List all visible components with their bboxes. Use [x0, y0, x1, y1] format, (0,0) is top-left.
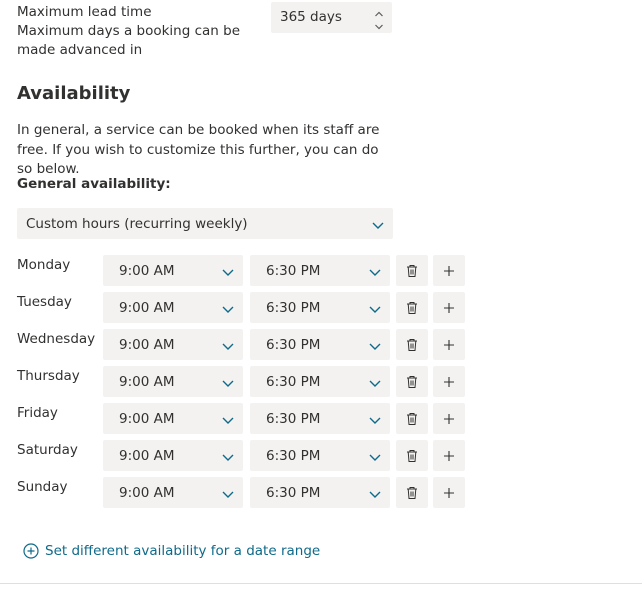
availability-description: In general, a service can be booked when…: [17, 122, 380, 177]
chevron-down-icon: [368, 412, 382, 426]
chevron-down-icon: [368, 486, 382, 500]
saturday-start-time-dropdown[interactable]: 9:00 AM: [103, 440, 243, 471]
start-time-value: 9:00 AM: [119, 299, 175, 316]
date-range-link-text: Set different availability for a date ra…: [45, 543, 321, 559]
tuesday-delete-button[interactable]: [396, 292, 428, 323]
end-time-value: 6:30 PM: [266, 262, 321, 279]
chevron-down-icon: [368, 338, 382, 352]
max-lead-time-value[interactable]: 365 days: [280, 9, 342, 25]
saturday-end-time-dropdown[interactable]: 6:30 PM: [250, 440, 390, 471]
saturday-add-button[interactable]: [433, 440, 465, 471]
thursday-add-button[interactable]: [433, 366, 465, 397]
set-date-range-availability-link[interactable]: Set different availability for a date ra…: [23, 543, 320, 559]
general-availability-value: Custom hours (recurring weekly): [26, 215, 248, 232]
chevron-up-icon[interactable]: [373, 5, 385, 17]
sunday-delete-button[interactable]: [396, 477, 428, 508]
friday-end-time-dropdown[interactable]: 6:30 PM: [250, 403, 390, 434]
wednesday-start-time-dropdown[interactable]: 9:00 AM: [103, 329, 243, 360]
friday-delete-button[interactable]: [396, 403, 428, 434]
chevron-down-icon: [221, 301, 235, 315]
day-label-tuesday: Tuesday: [17, 294, 72, 310]
plus-circle-icon: [23, 543, 39, 559]
sunday-start-time-dropdown[interactable]: 9:00 AM: [103, 477, 243, 508]
chevron-down-icon: [368, 301, 382, 315]
day-label-monday: Monday: [17, 257, 71, 273]
thursday-end-time-dropdown[interactable]: 6:30 PM: [250, 366, 390, 397]
monday-delete-button[interactable]: [396, 255, 428, 286]
chevron-down-icon: [221, 449, 235, 463]
friday-add-button[interactable]: [433, 403, 465, 434]
wednesday-end-time-dropdown[interactable]: 6:30 PM: [250, 329, 390, 360]
tuesday-end-time-dropdown[interactable]: 6:30 PM: [250, 292, 390, 323]
end-time-value: 6:30 PM: [266, 410, 321, 427]
monday-end-time-dropdown[interactable]: 6:30 PM: [250, 255, 390, 286]
start-time-value: 9:00 AM: [119, 410, 175, 427]
start-time-value: 9:00 AM: [119, 373, 175, 390]
general-availability-dropdown[interactable]: Custom hours (recurring weekly): [17, 208, 393, 239]
chevron-down-icon: [221, 375, 235, 389]
availability-settings-panel: Maximum lead time Maximum days a booking…: [0, 0, 642, 595]
chevron-down-icon: [221, 264, 235, 278]
chevron-down-icon: [221, 412, 235, 426]
sunday-end-time-dropdown[interactable]: 6:30 PM: [250, 477, 390, 508]
end-time-value: 6:30 PM: [266, 299, 321, 316]
max-lead-time-spinbox[interactable]: 365 days: [271, 2, 392, 33]
chevron-down-icon: [368, 264, 382, 278]
start-time-value: 9:00 AM: [119, 484, 175, 501]
day-label-wednesday: Wednesday: [17, 331, 96, 347]
chevron-down-icon: [221, 486, 235, 500]
tuesday-add-button[interactable]: [433, 292, 465, 323]
start-time-value: 9:00 AM: [119, 262, 175, 279]
chevron-down-icon[interactable]: [373, 18, 385, 30]
availability-heading: Availability: [17, 83, 131, 104]
day-label-saturday: Saturday: [17, 442, 78, 458]
day-label-thursday: Thursday: [17, 368, 80, 384]
max-lead-time-label: Maximum lead time: [17, 4, 152, 20]
thursday-delete-button[interactable]: [396, 366, 428, 397]
friday-start-time-dropdown[interactable]: 9:00 AM: [103, 403, 243, 434]
chevron-down-icon: [368, 449, 382, 463]
chevron-down-icon: [221, 338, 235, 352]
thursday-start-time-dropdown[interactable]: 9:00 AM: [103, 366, 243, 397]
end-time-value: 6:30 PM: [266, 336, 321, 353]
wednesday-delete-button[interactable]: [396, 329, 428, 360]
end-time-value: 6:30 PM: [266, 373, 321, 390]
divider: [0, 583, 642, 584]
general-availability-label: General availability:: [17, 176, 171, 192]
day-label-friday: Friday: [17, 405, 58, 421]
max-lead-time-description: Maximum days a booking can be made advan…: [17, 23, 241, 58]
start-time-value: 9:00 AM: [119, 336, 175, 353]
end-time-value: 6:30 PM: [266, 447, 321, 464]
wednesday-add-button[interactable]: [433, 329, 465, 360]
monday-start-time-dropdown[interactable]: 9:00 AM: [103, 255, 243, 286]
tuesday-start-time-dropdown[interactable]: 9:00 AM: [103, 292, 243, 323]
saturday-delete-button[interactable]: [396, 440, 428, 471]
end-time-value: 6:30 PM: [266, 484, 321, 501]
start-time-value: 9:00 AM: [119, 447, 175, 464]
chevron-down-icon: [371, 217, 385, 231]
chevron-down-icon: [368, 375, 382, 389]
day-label-sunday: Sunday: [17, 479, 68, 495]
monday-add-button[interactable]: [433, 255, 465, 286]
sunday-add-button[interactable]: [433, 477, 465, 508]
